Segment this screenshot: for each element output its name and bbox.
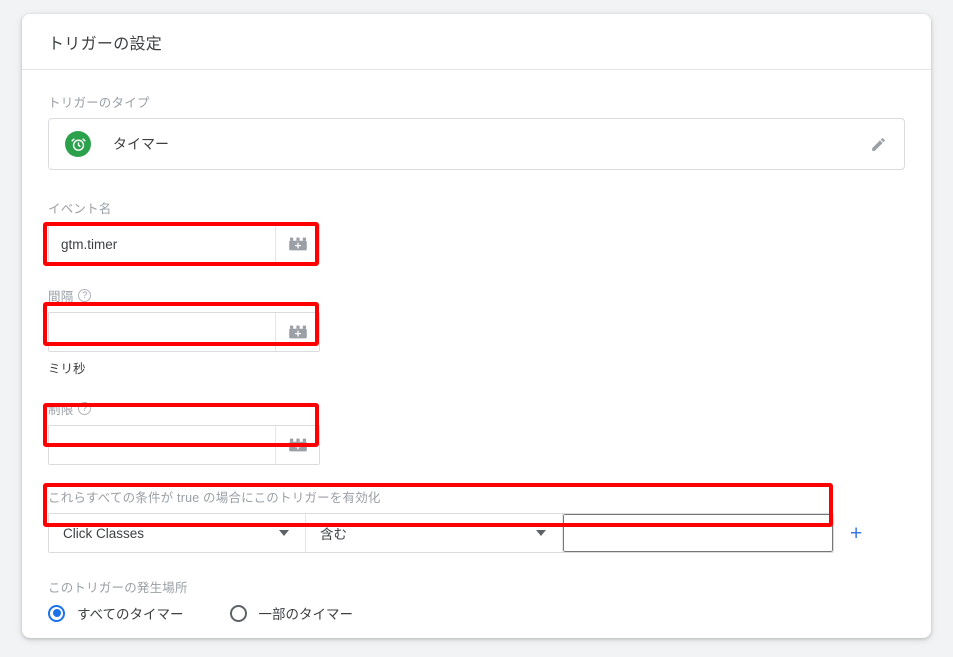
limit-label: 制限 ?	[48, 399, 905, 418]
trigger-type-box[interactable]: タイマー	[48, 118, 905, 170]
help-circle-icon[interactable]: ?	[78, 289, 92, 302]
pencil-icon[interactable]	[866, 132, 890, 156]
card-header: トリガーの設定	[22, 14, 931, 70]
limit-group: 制限 ?	[48, 399, 905, 465]
limit-input[interactable]	[49, 426, 275, 464]
radio-all-timers[interactable]: すべてのタイマー	[48, 603, 184, 623]
chevron-down-icon	[279, 530, 289, 536]
interval-input[interactable]	[49, 313, 275, 351]
condition-value-input[interactable]	[563, 514, 833, 552]
trigger-configuration-card: トリガーの設定 トリガーのタイプ タイマー イベント名 gtm.timer 間隔…	[22, 14, 931, 638]
radio-all-timers-label: すべてのタイマー	[77, 607, 184, 622]
interval-label-text: 間隔	[48, 290, 74, 304]
trigger-type-name: タイマー	[113, 136, 169, 152]
condition-box: Click Classes 含む	[48, 513, 834, 553]
page-title: トリガーの設定	[48, 35, 163, 53]
interval-label: 間隔 ?	[48, 286, 905, 305]
condition-operator-value: 含む	[320, 527, 347, 542]
card-body: トリガーのタイプ タイマー イベント名 gtm.timer 間隔 ? ミリ秒 制…	[22, 70, 931, 623]
event-name-label: イベント名	[48, 202, 112, 216]
chevron-down-icon	[536, 530, 546, 536]
radio-some-timers-label: 一部のタイマー	[258, 607, 354, 622]
fire-on-radio-group: すべてのタイマー 一部のタイマー	[48, 603, 905, 623]
conditions-label: これらすべての条件が true の場合にこのトリガーを有効化	[48, 491, 381, 505]
radio-indicator-selected	[48, 604, 65, 622]
help-circle-icon[interactable]: ?	[78, 402, 92, 415]
fire-on-group: このトリガーの発生場所 すべてのタイマー 一部のタイマー	[48, 577, 905, 623]
condition-variable-value: Click Classes	[63, 525, 145, 541]
interval-unit-hint: ミリ秒	[48, 362, 86, 376]
add-condition-button[interactable]: +	[850, 523, 862, 544]
interval-input-row[interactable]	[48, 312, 320, 352]
radio-some-timers[interactable]: 一部のタイマー	[229, 603, 354, 623]
alarm-clock-icon	[65, 131, 91, 157]
condition-value-field[interactable]	[563, 514, 833, 552]
variable-block-plus-icon[interactable]	[275, 313, 319, 351]
event-name-input[interactable]	[49, 225, 275, 263]
condition-variable-select[interactable]: Click Classes	[49, 514, 306, 552]
event-name-group: イベント名	[48, 198, 905, 264]
radio-dot	[52, 609, 61, 617]
fire-on-label: このトリガーの発生場所	[48, 581, 188, 595]
trigger-type-label: トリガーのタイプ	[48, 96, 150, 110]
condition-row: Click Classes 含む +	[48, 513, 905, 553]
condition-operator-select[interactable]: 含む	[306, 514, 563, 552]
variable-block-plus-icon[interactable]	[275, 426, 319, 464]
limit-label-text: 制限	[48, 403, 74, 417]
interval-group: 間隔 ? ミリ秒	[48, 286, 905, 377]
conditions-group: これらすべての条件が true の場合にこのトリガーを有効化 Click Cla…	[48, 487, 905, 553]
radio-indicator-unselected	[229, 604, 247, 622]
variable-block-plus-icon[interactable]	[275, 225, 319, 263]
event-name-input-row[interactable]	[48, 224, 320, 264]
limit-input-row[interactable]	[48, 425, 320, 465]
